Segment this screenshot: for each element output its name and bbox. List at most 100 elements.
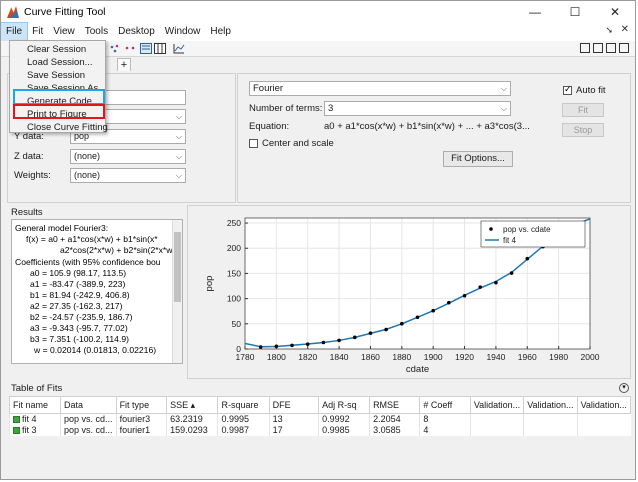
col-validation-3[interactable]: Validation... bbox=[576, 396, 632, 414]
cell: 0.9995 bbox=[217, 413, 270, 425]
fit-color-swatch bbox=[13, 416, 20, 424]
layout-columns-icon[interactable] bbox=[606, 43, 616, 53]
z-data-select[interactable]: (none) ⌵ bbox=[70, 149, 186, 164]
legend-marker-points bbox=[489, 227, 493, 231]
layout-grid-icon[interactable] bbox=[580, 43, 590, 53]
layout-split-icon[interactable] bbox=[593, 43, 603, 53]
chevron-down-icon: ⌵ bbox=[500, 104, 507, 113]
undock-arrow-icon[interactable]: ➘ bbox=[605, 25, 613, 36]
cell bbox=[576, 413, 631, 425]
menu-window[interactable]: Window bbox=[160, 23, 206, 41]
cell-fit-name: fit 3 bbox=[8, 424, 61, 436]
exclude-outliers-icon[interactable] bbox=[124, 43, 136, 54]
center-scale-label: Center and scale bbox=[262, 138, 334, 149]
cell-text: fit 4 bbox=[22, 414, 37, 425]
stop-button[interactable]: Stop bbox=[562, 123, 604, 137]
results-scrollbar[interactable] bbox=[172, 220, 182, 363]
menu-fit[interactable]: Fit bbox=[27, 23, 48, 41]
x-axis-label: cdate bbox=[406, 364, 429, 375]
curve-fitting-window: Curve Fitting Tool — ☐ ✕ File Fit View T… bbox=[0, 0, 636, 480]
cell: 63.2319 bbox=[166, 413, 218, 425]
chevron-down-icon: ⌵ bbox=[500, 84, 507, 93]
results-title: Results bbox=[11, 207, 43, 218]
new-fit-tab-button[interactable]: + bbox=[117, 58, 131, 71]
cell: 17 bbox=[268, 424, 319, 436]
maximize-button[interactable]: ☐ bbox=[555, 1, 595, 23]
legend-label: pop vs. cdate bbox=[503, 225, 551, 234]
col-r-square[interactable]: R-square bbox=[217, 396, 270, 414]
center-scale-checkbox[interactable] bbox=[249, 139, 258, 148]
cell-fit-name: fit 4 bbox=[8, 413, 61, 425]
col-rmse[interactable]: RMSE bbox=[369, 396, 421, 414]
x-tick-label: 1800 bbox=[267, 352, 286, 362]
window-controls: — ☐ ✕ bbox=[515, 1, 635, 23]
table-row[interactable]: fit 4 pop vs. cd... fourier3 63.2319 0.9… bbox=[8, 413, 631, 425]
cell bbox=[469, 424, 524, 436]
fit-plot-chart[interactable]: 1780 1800 1820 1840 1860 1880 1900 1920 1940 1960… bbox=[188, 206, 630, 378]
grid-toggle-icon[interactable] bbox=[154, 43, 166, 54]
terms-select[interactable]: 3 ⌵ bbox=[324, 101, 511, 116]
x-tick-label: 1860 bbox=[361, 352, 380, 362]
y-tick-label: 0 bbox=[236, 344, 241, 354]
collapse-icon[interactable]: ▾ bbox=[619, 383, 629, 393]
col-sse[interactable]: SSE ▴ bbox=[166, 396, 219, 414]
legend-toggle-icon[interactable] bbox=[140, 43, 152, 54]
fits-table: Fit name Data Fit type SSE ▴ R-square DF… bbox=[8, 396, 632, 436]
y-tick-label: 200 bbox=[227, 243, 241, 253]
layout-buttons bbox=[580, 43, 629, 53]
menu-close-curve-fitting[interactable]: Close Curve Fitting bbox=[27, 122, 108, 133]
data-point bbox=[274, 344, 279, 349]
col-dfe[interactable]: DFE bbox=[268, 396, 320, 414]
data-point bbox=[400, 321, 404, 326]
fit-type-select[interactable]: Fourier ⌵ bbox=[249, 81, 511, 96]
equation-text: a0 + a1*cos(x*w) + b1*sin(x*w) + ... + a… bbox=[324, 121, 530, 132]
results-line: a1 = -83.47 (-389.9, 223) bbox=[30, 279, 126, 289]
plot-panel: 1780 1800 1820 1840 1860 1880 1900 1920 1940 1960… bbox=[187, 205, 631, 379]
layout-single-icon[interactable] bbox=[619, 43, 629, 53]
cell: pop vs. cd... bbox=[60, 424, 117, 436]
menu-save-session[interactable]: Save Session bbox=[27, 70, 85, 81]
data-point bbox=[415, 315, 420, 320]
cell bbox=[523, 424, 578, 436]
cell: 0.9992 bbox=[318, 413, 370, 425]
close-button[interactable]: ✕ bbox=[595, 1, 635, 23]
menu-load-session[interactable]: Load Session... bbox=[27, 57, 93, 68]
axes-limits-icon[interactable] bbox=[173, 43, 185, 54]
table-row[interactable]: fit 3 pop vs. cd... fourier1 159.0293 0.… bbox=[8, 424, 631, 436]
close-tool-icon[interactable]: ✕ bbox=[621, 24, 629, 35]
col-fit-name[interactable]: Fit name bbox=[8, 396, 62, 414]
data-cursor-icon[interactable] bbox=[109, 43, 121, 54]
z-data-value: (none) bbox=[74, 151, 101, 161]
scrollbar-thumb[interactable] bbox=[174, 232, 181, 302]
col-data[interactable]: Data bbox=[60, 396, 117, 414]
col-validation-2[interactable]: Validation... bbox=[523, 396, 578, 414]
fit-options-button[interactable]: Fit Options... bbox=[443, 151, 513, 167]
weights-select[interactable]: (none) ⌵ bbox=[70, 168, 186, 183]
menu-tools[interactable]: Tools bbox=[80, 23, 113, 41]
col-validation-1[interactable]: Validation... bbox=[469, 396, 525, 414]
data-point bbox=[352, 335, 357, 340]
autofit-checkbox[interactable] bbox=[563, 84, 572, 95]
results-line: Coefficients (with 95% confidence bou bbox=[15, 257, 161, 267]
x-tick-label: 1820 bbox=[298, 352, 317, 362]
x-tick-label: 1960 bbox=[518, 352, 537, 362]
results-text-box[interactable]: General model Fourier3: f(x) = a0 + a1*c… bbox=[11, 219, 183, 364]
menu-file[interactable]: File bbox=[1, 22, 29, 42]
minimize-button[interactable]: — bbox=[515, 1, 555, 23]
fit-button[interactable]: Fit bbox=[562, 103, 604, 117]
menu-help[interactable]: Help bbox=[205, 23, 236, 41]
window-title: Curve Fitting Tool bbox=[24, 6, 106, 18]
cell: 3.0585 bbox=[369, 424, 420, 436]
menu-view[interactable]: View bbox=[48, 23, 80, 41]
menu-clear-session[interactable]: Clear Session bbox=[27, 44, 86, 55]
col-fit-type[interactable]: Fit type bbox=[115, 396, 168, 414]
cell: 2.2054 bbox=[369, 413, 420, 425]
data-point bbox=[447, 300, 451, 305]
col-num-coeff[interactable]: # Coeff bbox=[419, 396, 471, 414]
cell: fourier1 bbox=[115, 424, 167, 436]
results-line: b2 = -24.57 (-235.9, 186.7) bbox=[30, 312, 133, 322]
col-adj-r-sq[interactable]: Adj R-sq bbox=[318, 396, 371, 414]
chevron-down-icon: ⌵ bbox=[175, 132, 182, 141]
cell: 8 bbox=[419, 413, 471, 425]
menu-desktop[interactable]: Desktop bbox=[113, 23, 160, 41]
